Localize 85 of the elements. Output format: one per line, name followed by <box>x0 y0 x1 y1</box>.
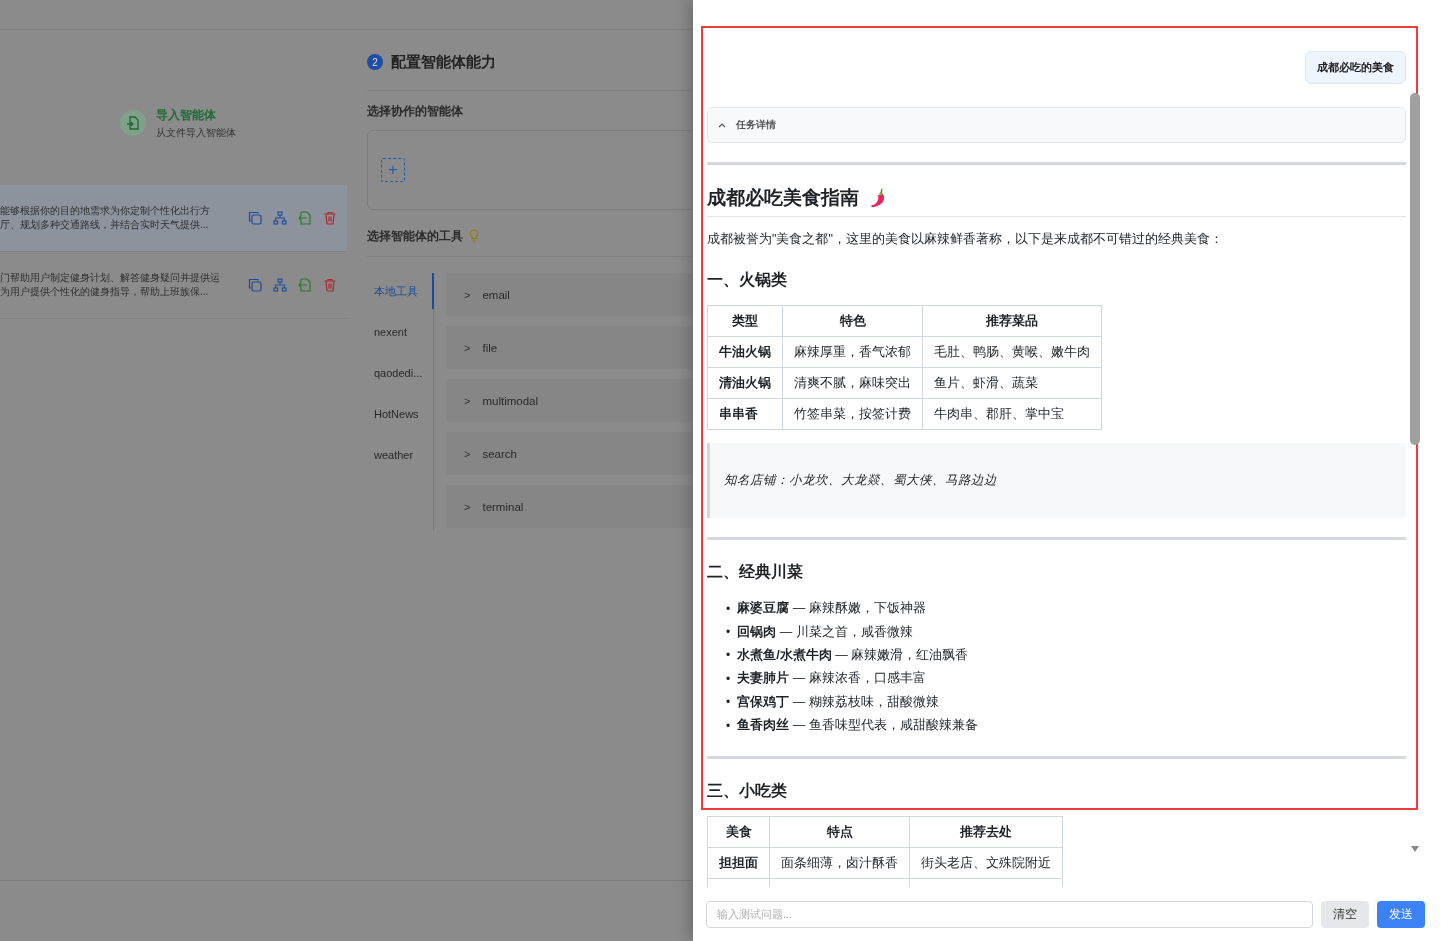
copy-icon[interactable] <box>248 211 262 225</box>
table-cell: 清爽不腻，麻味突出 <box>782 367 923 399</box>
expand-icon[interactable]: > <box>464 394 471 407</box>
table-cell: 竹签串菜，按签计费 <box>782 398 923 430</box>
delete-icon[interactable] <box>323 278 337 292</box>
tool-item[interactable]: > email <box>446 273 693 316</box>
list-item: 麻婆豆腐 — 麻辣酥嫩，下饭神器 <box>737 600 926 618</box>
send-button[interactable]: 发送 <box>1377 900 1425 928</box>
table-cell: 牛油火锅 <box>707 336 783 368</box>
delete-icon[interactable] <box>323 211 337 225</box>
table-cell: 鱼片、虾滑、蔬菜 <box>922 367 1102 399</box>
tool-name: file <box>482 341 498 354</box>
table-header: 推荐菜品 <box>922 305 1102 337</box>
table-cell: 串串香 <box>707 398 783 430</box>
tool-name: terminal <box>482 500 524 513</box>
section-heading: 三、小吃类 <box>707 781 788 802</box>
list-bullet: • <box>726 695 731 710</box>
tool-source-tab[interactable]: weather <box>367 437 434 473</box>
section-heading: 一、火锅类 <box>707 270 788 290</box>
list-item: 鱼香肉丝 — 鱼香味型代表，咸甜酸辣兼备 <box>737 717 978 735</box>
section-label: 选择协作的智能体 <box>367 103 464 120</box>
tool-item[interactable]: > multimodal <box>446 379 693 422</box>
step-title: 配置智能体能力 <box>391 52 496 72</box>
expand-icon[interactable]: > <box>464 500 471 513</box>
export-icon[interactable] <box>298 211 312 225</box>
hierarchy-icon[interactable] <box>273 211 287 225</box>
agent-description: 门帮助用户制定健身计划、解答健身疑问并提供运 为用户提供个性化的健身指导，帮助上班族保... <box>0 271 221 299</box>
tool-item[interactable]: > terminal <box>446 485 693 528</box>
expand-icon[interactable]: > <box>464 288 471 301</box>
import-icon <box>120 110 146 136</box>
agent-row[interactable]: 能够根据你的目的地需求为你定制个性化出行方 厅、规划多种交通路线，并结合实时天气提供... <box>0 185 347 252</box>
task-details-bar[interactable]: 任务详情 <box>707 107 1406 143</box>
question-input[interactable]: 输入测试问题... <box>706 900 1313 928</box>
table-cell: 担担面 <box>707 847 770 879</box>
table-cell: 牛肉串、郡肝、掌中宝 <box>922 398 1102 430</box>
list-bullet: • <box>726 648 731 663</box>
tool-source-tab[interactable]: HotNews <box>367 396 434 432</box>
tool-name: email <box>482 288 510 301</box>
chili-pepper-icon <box>869 188 887 208</box>
step-number: 2 <box>367 54 383 70</box>
list-item: 水煮鱼/水煮牛肉 — 麻辣嫩滑，红油飘香 <box>737 646 969 664</box>
table-header: 特色 <box>782 305 923 337</box>
section-heading: 二、经典川菜 <box>707 562 804 582</box>
tool-source-tab[interactable]: nexent <box>367 314 434 350</box>
user-message: 成都必吃的美食 <box>1305 51 1406 84</box>
agent-row[interactable]: 门帮助用户制定健身计划、解答健身疑问并提供运 为用户提供个性化的健身指导，帮助上班族保... <box>0 252 347 319</box>
answer-title: 成都必吃美食指南 <box>707 186 859 210</box>
table-header: 推荐去处 <box>909 816 1063 848</box>
section-label: 选择智能体的工具 <box>367 227 463 245</box>
list-bullet: • <box>726 625 731 640</box>
table-cell: 麻辣厚重，香气浓郁 <box>782 336 923 368</box>
list-item: 回锅肉 — 川菜之首，咸香微辣 <box>737 623 913 641</box>
task-details-label: 任务详情 <box>736 118 776 132</box>
blockquote: 知名店铺：小龙坎、大龙燚、蜀大侠、马路边边 <box>707 443 1406 518</box>
export-icon[interactable] <box>298 278 312 292</box>
table-cell: 街头老店、文殊院附近 <box>909 847 1063 879</box>
tool-source-tab[interactable]: qaodedi... <box>367 355 434 391</box>
copy-icon[interactable] <box>248 278 262 292</box>
scrollbar-thumb[interactable] <box>1410 93 1420 445</box>
tool-name: search <box>482 447 517 460</box>
expand-icon[interactable]: > <box>464 341 471 354</box>
table-header: 类型 <box>707 305 783 337</box>
list-item: 宫保鸡丁 — 糊辣荔枝味，甜酸微辣 <box>737 693 939 711</box>
chevron-up-icon[interactable] <box>718 122 726 128</box>
scroll-down-icon[interactable] <box>1410 845 1420 853</box>
agent-description: 能够根据你的目的地需求为你定制个性化出行方 厅、规划多种交通路线，并结合实时天气提供... <box>0 204 211 232</box>
table-cell: 毛肚、鸭肠、黄喉、嫩牛肉 <box>922 336 1102 368</box>
table-cell: 清油火锅 <box>707 367 783 399</box>
import-subtitle: 从文件导入智能体 <box>156 125 236 140</box>
list-bullet: • <box>726 601 731 616</box>
tool-item[interactable]: > file <box>446 326 693 369</box>
tool-item[interactable]: > search <box>446 432 693 475</box>
table-header: 特点 <box>769 816 910 848</box>
list-item: 夫妻肺片 — 麻辣浓香，口感丰富 <box>737 670 926 688</box>
clear-button[interactable]: 清空 <box>1321 900 1369 928</box>
table-header: 美食 <box>707 816 770 848</box>
table-cell: 面条细薄，卤汁酥香 <box>769 847 910 879</box>
tool-name: multimodal <box>482 394 539 407</box>
answer-paragraph: 成都被誉为"美食之都"，这里的美食以麻辣鲜香著称，以下是来成都不可错过的经典美食： <box>707 231 1224 248</box>
hierarchy-icon[interactable] <box>273 278 287 292</box>
lightbulb-icon <box>469 229 479 243</box>
tool-source-tab[interactable]: 本地工具 <box>367 273 434 309</box>
list-bullet: • <box>726 671 731 686</box>
list-bullet: • <box>726 718 731 733</box>
expand-icon[interactable]: > <box>464 447 471 460</box>
